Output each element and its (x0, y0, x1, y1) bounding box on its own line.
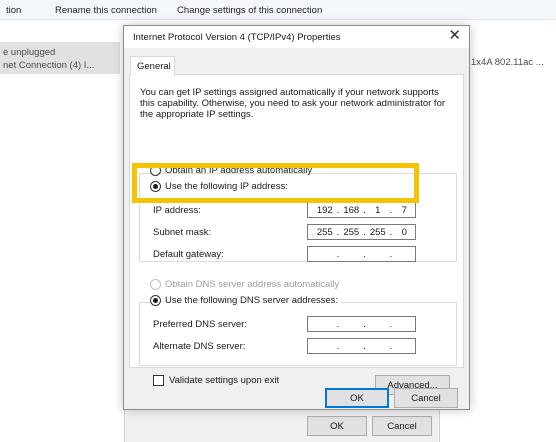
subnet-mask-label: Subnet mask: (153, 227, 212, 238)
obtain-dns-auto-radio[interactable]: Obtain DNS server address automatically (150, 279, 339, 290)
cancel-button[interactable]: Cancel (394, 388, 458, 408)
ok-button[interactable]: OK (325, 388, 389, 408)
rename-connection-button[interactable]: Rename this connection (55, 5, 157, 16)
use-following-dns-label: Use the following DNS server addresses: (165, 295, 339, 306)
ethernet-connection-item[interactable]: e unplugged net Connection (4) I... (0, 42, 120, 74)
parent-ok-button[interactable]: OK (307, 416, 367, 436)
toolbar-item-truncated[interactable]: tion (6, 5, 21, 16)
obtain-ip-auto-radio[interactable]: Obtain an IP address automatically (150, 165, 312, 176)
alternate-dns-input[interactable]: . . . (307, 338, 416, 354)
preferred-dns-label: Preferred DNS server: (153, 319, 247, 330)
use-following-dns-radio[interactable]: Use the following DNS server addresses: (150, 295, 342, 306)
preferred-dns-input[interactable]: . . . (307, 316, 416, 332)
obtain-dns-auto-label: Obtain DNS server address automatically (165, 279, 340, 290)
tab-general[interactable]: General (130, 56, 175, 75)
validate-settings-label: Validate settings upon exit (169, 375, 280, 386)
use-following-ip-radio[interactable]: Use the following IP address: (150, 181, 291, 192)
dns-server-group (139, 302, 457, 366)
change-settings-button[interactable]: Change settings of this connection (177, 5, 322, 16)
use-following-ip-label: Use the following IP address: (165, 181, 288, 192)
ip-address-input[interactable]: 192. 168. 1. 7 (307, 202, 416, 218)
parent-properties-dialog: OK Cancel (124, 410, 440, 442)
radio-checked-icon (150, 181, 161, 192)
connections-list (0, 20, 125, 442)
wifi-adapter-label: 1x4A 802.11ac ... (471, 57, 544, 68)
radio-disabled-icon (150, 279, 161, 290)
alternate-dns-label: Alternate DNS server: (153, 341, 246, 352)
validate-settings-checkbox[interactable]: Validate settings upon exit (153, 375, 279, 386)
description-text: You can get IP settings assigned automat… (140, 87, 446, 120)
ipv4-properties-dialog: Internet Protocol Version 4 (TCP/IPv4) P… (123, 25, 470, 410)
radio-checked-icon (150, 295, 161, 306)
tab-general-label: General (137, 61, 171, 72)
ip-address-label: IP address: (153, 205, 201, 216)
parent-cancel-button[interactable]: Cancel (372, 416, 432, 436)
radio-icon (150, 165, 161, 176)
command-bar: tion Rename this connection Change setti… (0, 0, 556, 20)
connection-status: e unplugged (3, 47, 56, 58)
dialog-title: Internet Protocol Version 4 (TCP/IPv4) P… (133, 32, 341, 43)
connection-name: net Connection (4) I... (3, 60, 95, 71)
general-tab-panel: You can get IP settings assigned automat… (129, 74, 464, 395)
close-icon[interactable]: ✕ (448, 28, 461, 44)
subnet-mask-input[interactable]: 255. 255. 255. 0 (307, 224, 416, 240)
default-gateway-input[interactable]: . . . (307, 246, 416, 262)
default-gateway-label: Default gateway: (153, 249, 224, 260)
checkbox-icon (153, 375, 164, 386)
obtain-ip-auto-label: Obtain an IP address automatically (165, 165, 313, 176)
dialog-titlebar[interactable]: Internet Protocol Version 4 (TCP/IPv4) P… (124, 26, 469, 48)
